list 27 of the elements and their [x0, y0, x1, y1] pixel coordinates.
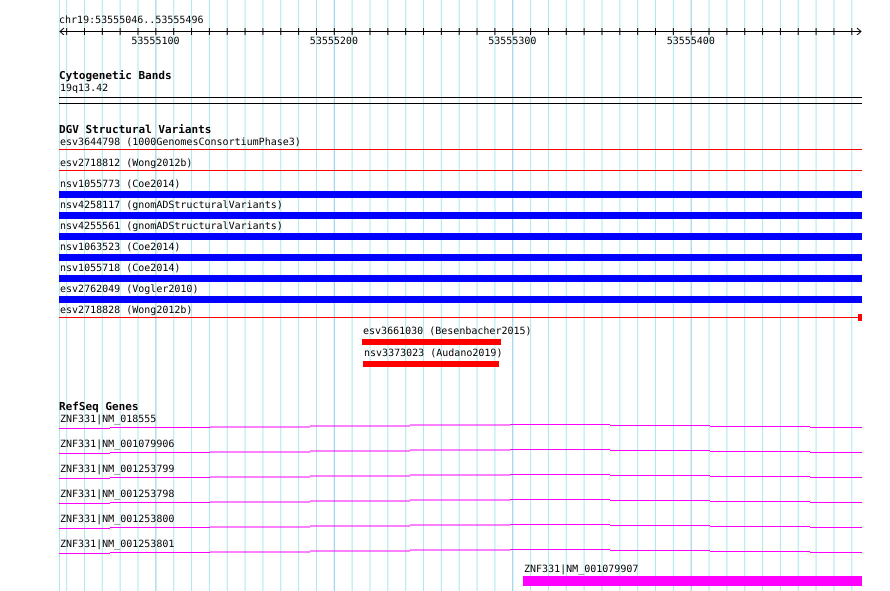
variant-label: nsv4255561 (gnomADStructuralVariants): [59, 220, 284, 233]
position-label: 53555400: [666, 35, 715, 48]
variant-label: esv3661030 (Besenbacher2015): [362, 325, 533, 338]
position-label: 53555200: [310, 35, 358, 48]
gene-label: ZNF331|NM_001253801: [59, 538, 176, 551]
variant-label: esv2718828 (Wong2012b): [59, 304, 194, 317]
location-label: chr19:53555046..53555496: [59, 14, 204, 27]
track-title: DGV Structural Variants: [59, 124, 212, 136]
variant-label: esv3644798 (1000GenomesConsortiumPhase3): [59, 136, 302, 149]
variant-label: nsv1063523 (Coe2014): [59, 241, 182, 254]
variant-label: esv2718812 (Wong2012b): [59, 157, 194, 170]
gene-label: ZNF331|NM_018555: [59, 413, 158, 426]
variant-label: nsv4258117 (gnomADStructuralVariants): [59, 199, 284, 212]
gene-label: ZNF331|NM_001079906: [59, 438, 176, 451]
variant-label: esv2762049 (Vogler2010): [59, 283, 200, 296]
band-label: 19q13.42: [59, 82, 108, 95]
gene-label: ZNF331|NM_001253798: [59, 488, 176, 501]
position-label: 53555100: [131, 35, 180, 48]
variant-label: nsv3373023 (Audano2019): [363, 347, 504, 360]
gene-label: ZNF331|NM_001253800: [59, 513, 176, 526]
gene-label: ZNF331|NM_001079907: [523, 563, 640, 576]
track-title: Cytogenetic Bands: [59, 70, 173, 82]
track-title: RefSeq Genes: [59, 401, 140, 413]
variant-label: nsv1055718 (Coe2014): [59, 262, 182, 275]
gene-label: ZNF331|NM_001253799: [59, 463, 176, 476]
variant-label: nsv1055773 (Coe2014): [59, 178, 182, 191]
position-label: 53555300: [488, 35, 536, 48]
